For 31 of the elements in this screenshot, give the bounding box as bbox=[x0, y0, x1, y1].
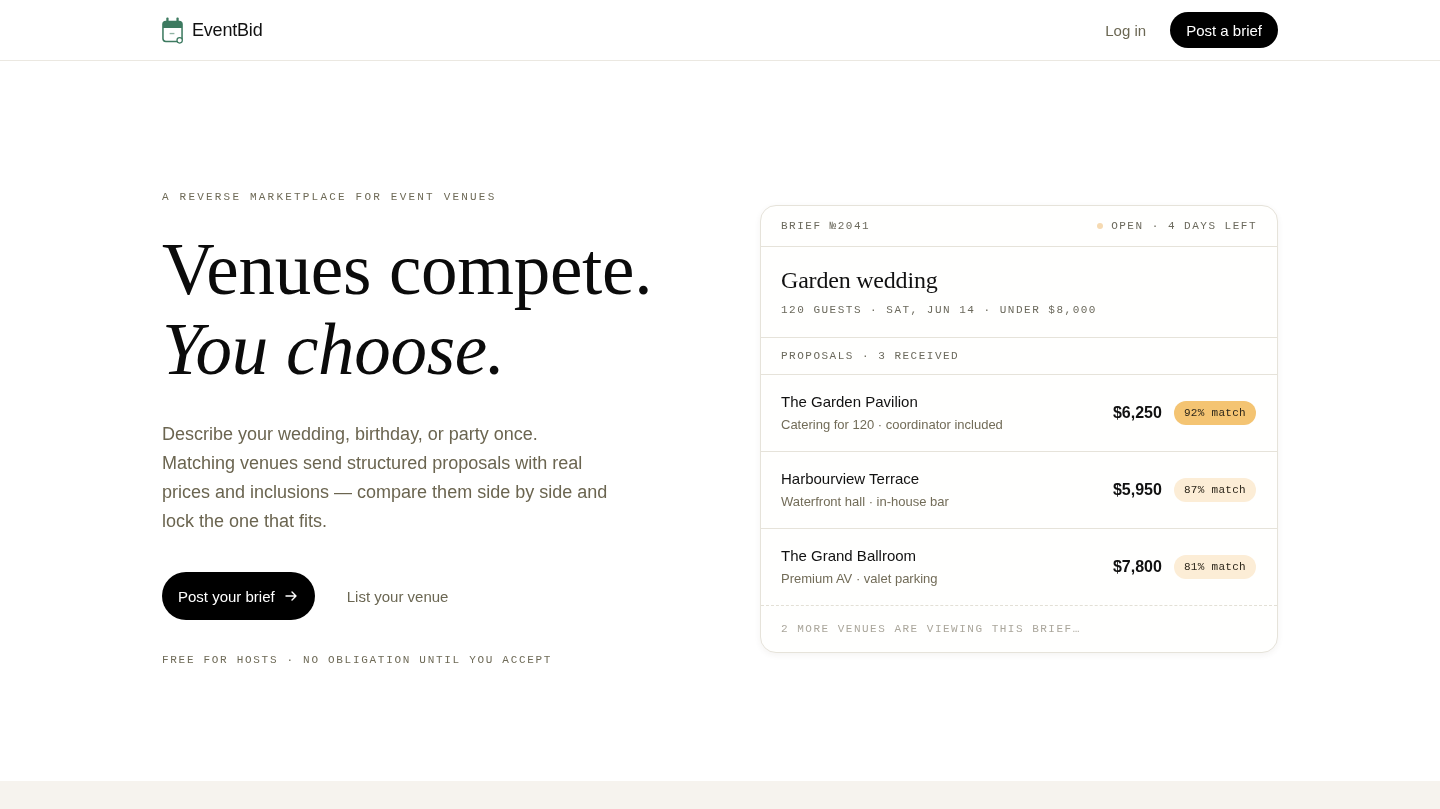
headline-accent-text: You choose. bbox=[162, 310, 505, 390]
price-text: $6,250 bbox=[1112, 402, 1162, 423]
venue-summary: Waterfront hall · in-house bar bbox=[781, 492, 949, 511]
price-text: $7,800 bbox=[1112, 556, 1162, 577]
venue-name: The Garden Pavilion bbox=[781, 391, 919, 412]
status-text: OPEN · 4 DAYS LEFT bbox=[1111, 218, 1257, 233]
viewing-note-text: 2 MORE VENUES ARE VIEWING THIS BRIEF… bbox=[781, 621, 1081, 636]
calendar-icon bbox=[162, 16, 183, 44]
list-venue-link[interactable]: List your venue bbox=[346, 587, 449, 605]
post-brief-button[interactable]: Post your brief bbox=[162, 572, 315, 620]
status-dot-icon bbox=[1097, 222, 1104, 229]
match-badge: 81% match bbox=[1173, 554, 1256, 579]
venue-name: Harbourview Terrace bbox=[781, 468, 921, 489]
venue-name: The Grand Ballroom bbox=[781, 545, 918, 566]
price-text: $5,950 bbox=[1112, 479, 1162, 500]
headline-text: Venues compete. bbox=[162, 230, 653, 310]
arrow-right-icon bbox=[284, 591, 297, 601]
brief-details-text: 120 GUESTS · SAT, JUN 14 · UNDER $8,000 bbox=[781, 302, 1098, 317]
venue-summary: Premium AV · valet parking bbox=[781, 569, 938, 588]
login-link[interactable]: Log in bbox=[1105, 21, 1147, 39]
match-badge: 92% match bbox=[1173, 400, 1256, 425]
brief-title: Garden wedding bbox=[781, 265, 939, 295]
brief-id-text: BRIEF №2041 bbox=[781, 218, 871, 233]
venue-summary: Catering for 120 · coordinator included bbox=[781, 415, 1003, 434]
match-badge: 87% match bbox=[1173, 477, 1256, 502]
eyebrow-text: A REVERSE MARKETPLACE FOR EVENT VENUES bbox=[162, 190, 497, 204]
description-text: Describe your wedding, birthday, or party once. Matching venues send structured proposals with real prices and inclusions — compare them side by side and lock the one that fits. bbox=[162, 423, 609, 533]
brand-name: EventBid bbox=[192, 19, 263, 41]
post-brief-button[interactable]: Post a brief bbox=[1170, 12, 1278, 48]
proposals-label: PROPOSALS · 3 RECEIVED bbox=[781, 348, 960, 363]
note-text: FREE FOR HOSTS · NO OBLIGATION UNTIL YOU ACCEPT bbox=[162, 653, 553, 667]
